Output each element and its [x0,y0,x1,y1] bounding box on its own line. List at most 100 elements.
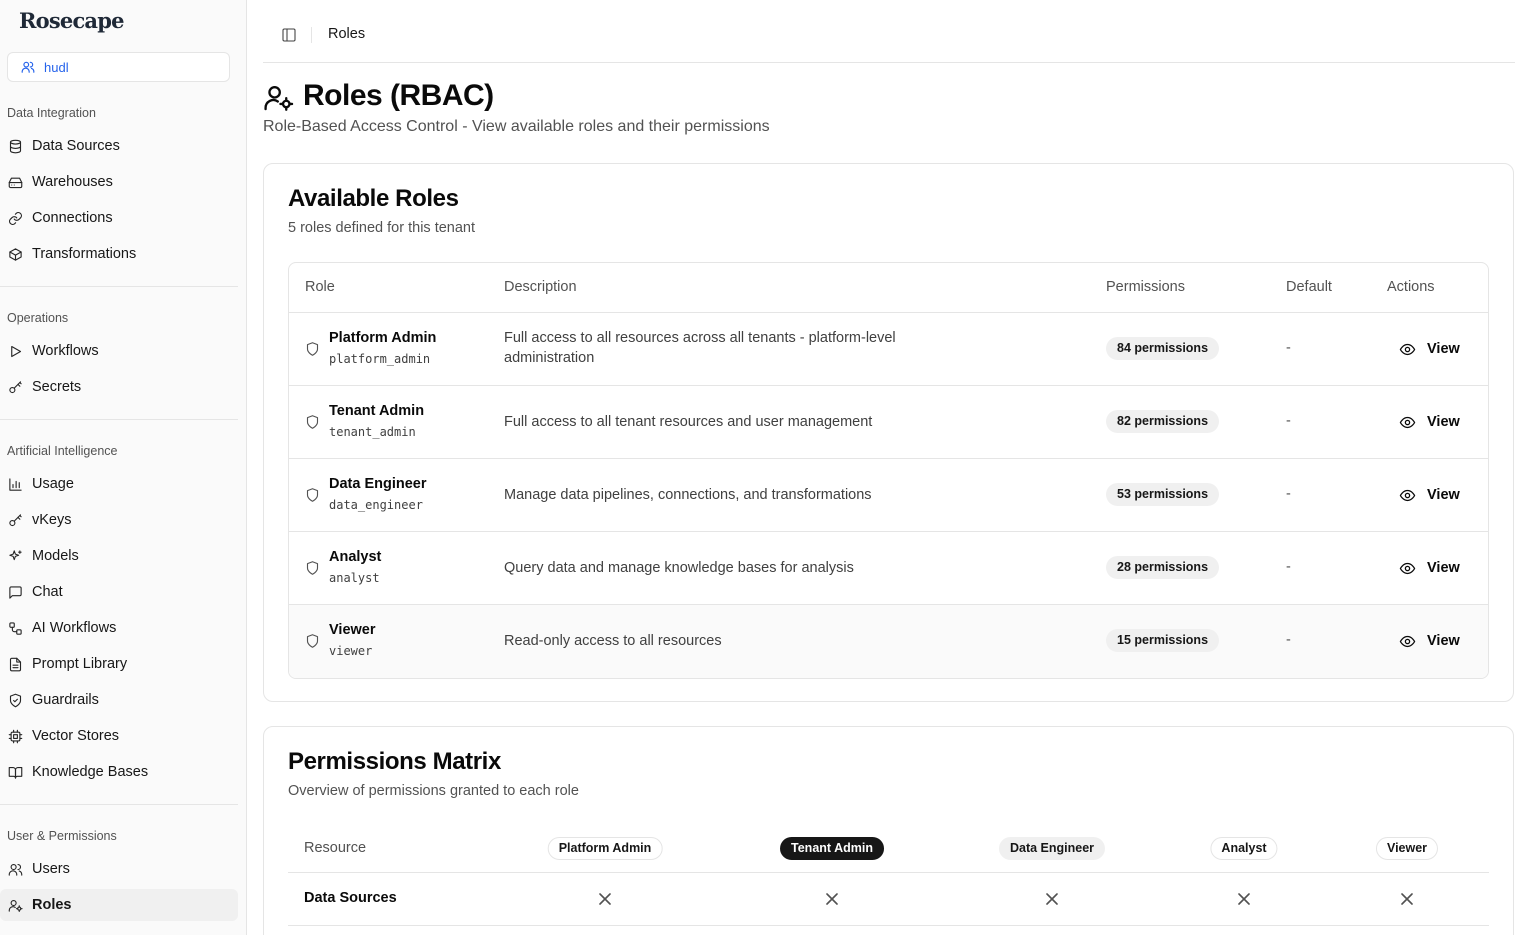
card-title: Permissions Matrix [288,748,501,775]
column-header-default: Default [1286,279,1332,295]
column-header-description: Description [504,279,577,295]
sidebar-item-data-sources[interactable]: Data Sources [0,130,238,162]
sidebar-item-vkeys[interactable]: vKeys [0,504,238,536]
permissions-matrix-card: Permissions Matrix Overview of permissio… [263,726,1514,935]
column-header-role: Role [305,279,335,295]
column-header-permissions: Permissions [1106,279,1185,295]
resource-name: Data Sources [304,890,397,906]
eye-icon [1399,416,1416,428]
permissions-badge: 82 permissions [1106,410,1220,433]
sidebar-item-ai-workflows[interactable]: AI Workflows [0,612,238,644]
sidebar-item-label: Connections [32,210,113,226]
sidebar-item-workflows[interactable]: Workflows [0,335,238,367]
view-label: View [1427,560,1460,576]
database-icon [9,139,22,153]
top-bar: Roles [263,0,1515,63]
key-icon [9,380,22,393]
sidebar-item-label: Knowledge Bases [32,764,149,780]
sidebar-item-label: Secrets [32,379,82,395]
role-description: Full access to all tenant resources and … [504,414,873,430]
section-label-user-permissions: User & Permissions [7,829,117,843]
view-role-button[interactable]: View [1399,481,1460,509]
sidebar-item-users[interactable]: Users [0,853,238,885]
permissions-badge: 84 permissions [1106,337,1220,360]
table-row: Tenant Admin tenant_admin Full access to… [289,386,1488,459]
role-code: viewer [329,644,373,658]
shield-icon [305,560,320,576]
sidebar-item-chat[interactable]: Chat [0,576,238,608]
sidebar-divider [0,804,238,805]
sidebar-item-vector-stores[interactable]: Vector Stores [0,720,238,752]
sidebar-item-secrets[interactable]: Secrets [0,371,238,403]
role-pill-platform-admin: Platform Admin [547,837,663,860]
card-subtitle: Overview of permissions granted to each … [288,783,579,799]
tenant-name: hudl [44,59,69,75]
users-icon [21,61,35,73]
sidebar-item-label: Vector Stores [32,728,120,744]
role-pill-viewer: Viewer [1375,837,1439,860]
sidebar-item-usage[interactable]: Usage [0,468,238,500]
x-icon [1238,893,1250,905]
table-row: Data Engineer data_engineer Manage data … [289,459,1488,532]
view-role-button[interactable]: View [1399,408,1460,436]
play-icon [11,345,22,357]
cube-icon [9,247,22,261]
shield-icon [305,633,320,649]
panel-left-icon [282,28,296,42]
tenant-selector[interactable]: hudl [7,52,230,82]
section-label-artificial-intelligence: Artificial Intelligence [7,444,118,458]
default-value: - [1286,559,1291,575]
view-label: View [1427,414,1460,430]
x-icon [826,893,838,905]
role-pill-tenant-admin: Tenant Admin [780,837,884,860]
bar-chart-icon [9,477,22,491]
view-role-button[interactable]: View [1399,554,1460,582]
default-value: - [1286,340,1291,356]
view-role-button[interactable]: View [1399,627,1460,655]
shield-icon [305,414,320,430]
page-title: Roles (RBAC) [303,79,494,112]
matrix-row: Data Sources [288,873,1489,926]
shield-icon [305,487,320,503]
default-value: - [1286,486,1291,502]
sidebar-item-prompt-library[interactable]: Prompt Library [0,648,238,680]
permissions-badge: 28 permissions [1106,556,1220,579]
sidebar-item-label: Workflows [32,343,99,359]
table-row: Viewer viewer Read-only access to all re… [289,605,1488,678]
sidebar-toggle-button[interactable] [281,27,297,43]
sidebar-item-warehouses[interactable]: Warehouses [0,166,238,198]
section-label-operations: Operations [7,311,69,325]
sidebar-item-models[interactable]: Models [0,540,238,572]
view-label: View [1427,341,1460,357]
available-roles-card: Available Roles 5 roles defined for this… [263,163,1514,702]
role-description: Read-only access to all resources [504,633,722,649]
eye-icon [1399,489,1416,501]
sidebar-item-label: AI Workflows [32,620,117,636]
roles-table: Role Description Permissions Default Act… [288,262,1489,679]
breadcrumb-separator [311,27,312,43]
view-role-button[interactable]: View [1399,335,1460,363]
role-code: platform_admin [329,352,431,366]
role-code: analyst [329,571,380,585]
role-name: Analyst [329,549,382,565]
user-cog-icon [8,899,23,912]
app-logo[interactable]: Rosecape [19,8,124,33]
sidebar-item-transformations[interactable]: Transformations [0,238,238,270]
role-description: Full access to all resources across all … [504,330,896,366]
shield-check-icon [9,693,22,707]
sidebar-item-knowledge-bases[interactable]: Knowledge Bases [0,756,238,788]
link-icon [9,211,22,225]
cpu-icon [8,729,23,743]
matrix-header: Resource Platform Admin Tenant Admin Dat… [288,827,1489,873]
breadcrumb: Roles [328,26,366,42]
permissions-badge: 15 permissions [1106,629,1220,652]
sidebar-item-label: Usage [32,476,74,492]
card-title: Available Roles [288,185,459,212]
section-label-data-integration: Data Integration [7,106,96,120]
sidebar-item-label: Models [32,548,79,564]
eye-icon [1399,635,1416,647]
sidebar-item-guardrails[interactable]: Guardrails [0,684,238,716]
sidebar-item-roles[interactable]: Roles [0,889,238,921]
sidebar-item-connections[interactable]: Connections [0,202,238,234]
table-row: Platform Admin platform_admin Full acces… [289,313,1488,386]
